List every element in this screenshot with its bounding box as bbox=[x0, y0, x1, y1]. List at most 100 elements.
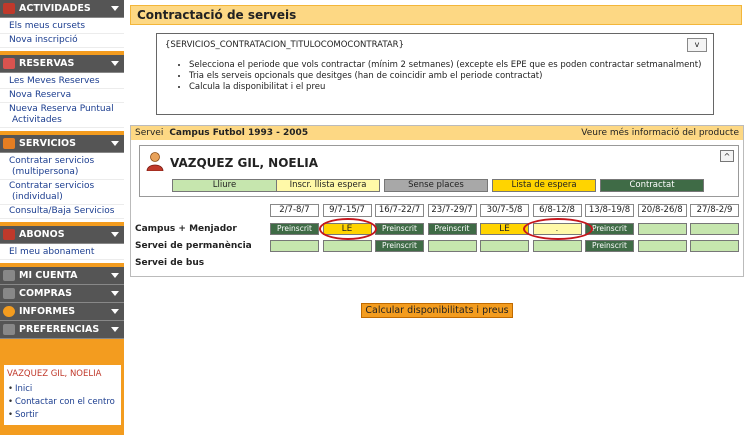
sidebar: ACTIVIDADES Els meus cursets Nova inscripc… bbox=[0, 0, 124, 435]
nav-section-3[interactable]: ABONOS bbox=[0, 226, 124, 244]
expand-toggle-button[interactable]: v bbox=[687, 38, 707, 52]
week-header: 6/8-12/8 bbox=[532, 204, 582, 217]
nav-section-title: RESERVAS bbox=[19, 58, 75, 69]
nav-section-title: PREFERENCIAS bbox=[19, 324, 100, 335]
nav-section-6[interactable]: INFORMES bbox=[0, 303, 124, 321]
sidebar-nav: ACTIVIDADES Els meus cursets Nova inscripc… bbox=[0, 0, 124, 339]
calendar-icon bbox=[3, 3, 15, 14]
nav-section-title: ABONOS bbox=[19, 229, 65, 240]
link-contactar[interactable]: Contactar con el centro bbox=[7, 396, 118, 409]
week-cell[interactable]: Preinscrit bbox=[585, 240, 634, 252]
chevron-down-icon bbox=[111, 141, 119, 146]
user-name: VAZQUEZ GIL, NOELIA bbox=[7, 369, 102, 379]
sidebar-item[interactable]: El meu abonament bbox=[0, 246, 124, 260]
instruction-item: Tria els serveis opcionals que desitges … bbox=[189, 71, 705, 82]
link-inici[interactable]: Inici bbox=[7, 383, 118, 396]
service-row-label: Servei de bus bbox=[135, 258, 205, 268]
sidebar-item[interactable]: Els meus cursets bbox=[0, 20, 124, 34]
chevron-down-icon bbox=[111, 232, 119, 237]
nav-section-5[interactable]: COMPRAS bbox=[0, 285, 124, 303]
collapse-button[interactable]: ^ bbox=[720, 150, 734, 162]
nav-section-0[interactable]: ACTIVIDADES bbox=[0, 0, 124, 18]
week-cell[interactable]: LE bbox=[480, 223, 529, 235]
ticket-icon bbox=[3, 58, 15, 69]
legend-item: Lista de espera bbox=[492, 179, 596, 192]
sidebar-item[interactable]: Les Meves Reserves bbox=[0, 75, 124, 89]
sidebar-item[interactable]: Contratar servicios (multipersona) bbox=[0, 155, 124, 180]
week-cell[interactable] bbox=[270, 240, 319, 252]
nav-section-title: SERVICIOS bbox=[19, 138, 76, 149]
legend-item: Sense places bbox=[384, 179, 488, 192]
week-header: 30/7-5/8 bbox=[480, 204, 529, 217]
nav-section-items: El meu abonament bbox=[0, 244, 124, 263]
service-label: Servei bbox=[135, 128, 164, 138]
sidebar-item[interactable]: Nova inscripció bbox=[0, 34, 124, 48]
sidebar-item[interactable]: Nueva Reserva Puntual Activitades bbox=[0, 103, 124, 128]
legend-item: Lliure bbox=[172, 179, 277, 192]
service-header: Servei Campus Futbol 1993 - 2005 Veure m… bbox=[131, 126, 743, 140]
week-header: 13/8-19/8 bbox=[585, 204, 634, 217]
chevron-down-icon bbox=[111, 61, 119, 66]
nav-section-title: ACTIVIDADES bbox=[19, 3, 91, 14]
nav-section-title: COMPRAS bbox=[19, 288, 72, 299]
page-title: Contractació de serveis bbox=[130, 5, 742, 25]
instructions-title: {SERVICIOS_CONTRATACION_TITULOCOMOCONTRA… bbox=[165, 40, 404, 50]
sidebar-item[interactable]: Nova Reserva bbox=[0, 89, 124, 103]
week-cell[interactable]: Preinscrit bbox=[427, 223, 477, 235]
person-icon bbox=[146, 152, 164, 171]
service-row-label: Servei de permanència bbox=[135, 241, 252, 251]
week-cell[interactable] bbox=[690, 223, 739, 235]
nav-section-title: MI CUENTA bbox=[19, 270, 78, 281]
legend-item: Inscr. llista espera bbox=[276, 179, 380, 192]
week-header: 20/8-26/8 bbox=[637, 204, 687, 217]
nav-section-title: INFORMES bbox=[19, 306, 76, 317]
instructions-box: {SERVICIOS_CONTRATACION_TITULOCOMOCONTRA… bbox=[156, 33, 714, 115]
week-cell[interactable] bbox=[637, 223, 687, 235]
calculate-button[interactable]: Calcular disponibilitats i preus bbox=[361, 303, 513, 318]
instruction-item: Selecciona el periode que vols contracta… bbox=[189, 60, 705, 71]
week-header: 27/8-2/9 bbox=[690, 204, 739, 217]
week-header: 2/7-8/7 bbox=[270, 204, 319, 217]
main-content: Contractació de serveis {SERVICIOS_CONTR… bbox=[128, 0, 750, 435]
nav-section-items: Contratar servicios (multipersona) Contra… bbox=[0, 153, 124, 222]
highlight-ring bbox=[318, 218, 377, 240]
chevron-down-icon bbox=[111, 309, 119, 314]
link-sortir[interactable]: Sortir bbox=[7, 409, 118, 422]
sidebar-item[interactable]: Contratar servicios (individual) bbox=[0, 180, 124, 205]
legend-item: Contractat bbox=[600, 179, 704, 192]
week-header: 16/7-22/7 bbox=[375, 204, 424, 217]
week-cell[interactable]: Preinscrit bbox=[375, 223, 424, 235]
week-cell[interactable] bbox=[322, 240, 372, 252]
nav-section-4[interactable]: MI CUENTA bbox=[0, 267, 124, 285]
nav-section-items: Les Meves Reserves Nova Reserva Nueva Rese… bbox=[0, 73, 124, 131]
service-row-label: Campus + Menjador bbox=[135, 224, 237, 234]
service-panel: Servei Campus Futbol 1993 - 2005 Veure m… bbox=[130, 125, 744, 277]
nav-section-1[interactable]: RESERVAS bbox=[0, 55, 124, 73]
week-cell[interactable] bbox=[637, 240, 687, 252]
week-cell[interactable] bbox=[480, 240, 529, 252]
chevron-down-icon bbox=[111, 6, 119, 11]
week-header: 23/7-29/7 bbox=[427, 204, 477, 217]
week-cell[interactable] bbox=[690, 240, 739, 252]
chevron-down-icon bbox=[111, 291, 119, 296]
card-icon bbox=[3, 229, 15, 240]
sidebar-item[interactable]: Consulta/Baja Servicios bbox=[0, 205, 124, 219]
service-name: Campus Futbol 1993 - 2005 bbox=[169, 128, 309, 138]
week-cell[interactable]: Preinscrit bbox=[375, 240, 424, 252]
highlight-ring bbox=[522, 218, 593, 240]
person-box: VAZQUEZ GIL, NOELIA ^ Lliure Inscr. llist… bbox=[139, 145, 739, 197]
nav-section-2[interactable]: SERVICIOS bbox=[0, 135, 124, 153]
person-name: VAZQUEZ GIL, NOELIA bbox=[170, 156, 319, 170]
chevron-down-icon bbox=[111, 273, 119, 278]
week-cell[interactable] bbox=[427, 240, 477, 252]
instructions-list: Selecciona el periode que vols contracta… bbox=[165, 60, 705, 93]
chevron-down-icon bbox=[111, 327, 119, 332]
nav-section-7[interactable]: PREFERENCIAS bbox=[0, 321, 124, 339]
nav-section-items: Els meus cursets Nova inscripció bbox=[0, 18, 124, 51]
prefs-icon bbox=[3, 324, 15, 335]
week-cell[interactable]: Preinscrit bbox=[270, 223, 319, 235]
user-box: VAZQUEZ GIL, NOELIA Inici Contactar con … bbox=[4, 365, 121, 425]
week-header: 9/7-15/7 bbox=[322, 204, 372, 217]
week-cell[interactable] bbox=[532, 240, 582, 252]
more-info-link[interactable]: Veure més informació del producte bbox=[581, 128, 739, 138]
